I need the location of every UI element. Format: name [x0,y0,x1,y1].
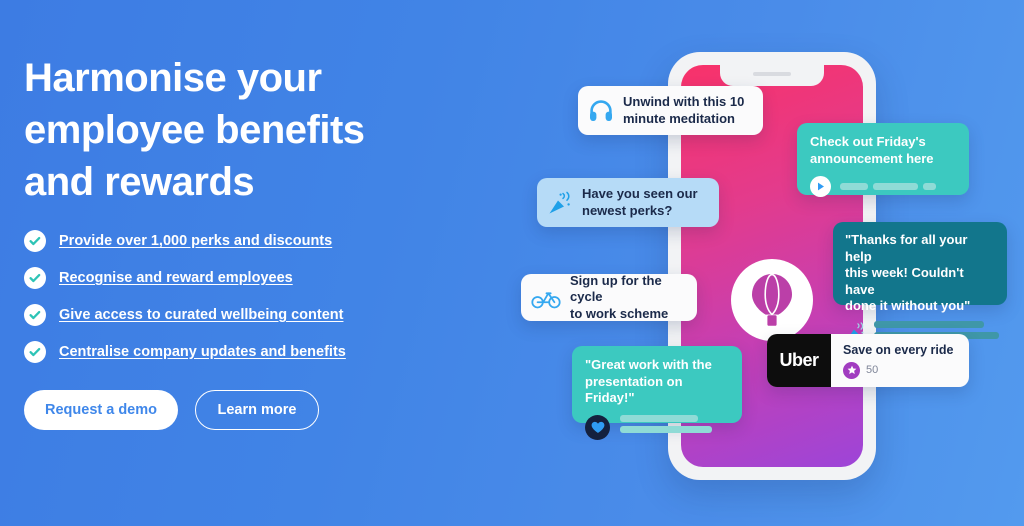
hero-left-column: Harmonise your employee benefits and rew… [24,52,454,430]
card-greatwork-line1: "Great work with the [585,357,712,372]
hero-banner: Harmonise your employee benefits and rew… [0,0,1024,526]
list-item[interactable]: Recognise and reward employees [24,267,454,289]
card-meditation[interactable]: Unwind with this 10 minute meditation [578,86,763,135]
party-popper-icon [547,190,573,216]
benefit-link[interactable]: Recognise and reward employees [59,270,293,286]
learn-more-button[interactable]: Learn more [195,390,319,430]
benefit-link[interactable]: Provide over 1,000 perks and discounts [59,233,332,249]
placeholder-bar [874,320,984,328]
placeholder-bar [620,414,698,422]
card-cycle-line2: to work scheme [570,305,669,321]
card-announcement-media-row [810,176,956,197]
card-uber[interactable]: Uber Save on every ride 50 [767,334,969,387]
card-thanks-line3: done it without you" [845,298,971,313]
card-cycle[interactable]: Sign up for the cycle to work scheme [521,273,697,323]
card-greatwork-text: "Great work with the presentation on Fri… [585,357,729,407]
phone-notch [720,65,824,86]
card-thanks-line1: "Thanks for all your help [845,232,968,264]
placeholder-bar [923,183,936,190]
uber-logo: Uber [767,334,831,387]
request-demo-button[interactable]: Request a demo [24,390,178,430]
benefit-link[interactable]: Centralise company updates and benefits [59,344,346,360]
page-title: Harmonise your employee benefits and rew… [24,56,365,204]
card-thanks[interactable]: "Thanks for all your help this week! Cou… [833,222,1007,340]
card-announcement-line2: announcement here [810,150,934,166]
cta-button-group: Request a demo Learn more [24,390,454,430]
card-meditation-line2: minute meditation [623,110,735,126]
check-circle-icon [24,230,46,252]
uber-offer-title: Save on every ride [843,342,954,357]
card-announcement-line1: Check out Friday's [810,134,926,149]
card-perks-text: Have you seen our newest perks? [582,186,698,219]
benefit-link[interactable]: Give access to curated wellbeing content [59,307,343,323]
card-thanks-text: "Thanks for all your help this week! Cou… [845,232,995,315]
headphones-icon [588,98,614,124]
card-announcement-text: Check out Friday's announcement here [810,134,956,167]
check-circle-icon [24,267,46,289]
list-item[interactable]: Provide over 1,000 perks and discounts [24,230,454,252]
placeholder-bar [620,425,712,433]
star-icon [843,361,860,379]
hot-air-balloon-icon [731,259,813,341]
card-perks[interactable]: Have you seen our newest perks? [537,178,719,227]
list-item[interactable]: Give access to curated wellbeing content [24,304,454,326]
uber-points-row: 50 [843,361,969,379]
card-greatwork[interactable]: "Great work with the presentation on Fri… [572,346,742,440]
list-item[interactable]: Centralise company updates and benefits [24,341,454,363]
placeholder-bar [840,183,868,190]
check-circle-icon [24,304,46,326]
card-announcement[interactable]: Check out Friday's announcement here [797,123,969,197]
card-meditation-text: Unwind with this 10 minute meditation [623,94,744,127]
card-perks-line1: Have you seen our [582,186,698,201]
card-cycle-text: Sign up for the cycle to work scheme [570,273,687,323]
card-greatwork-line2: presentation on Friday!" [585,373,683,406]
card-greatwork-media-row [585,414,729,440]
bicycle-icon [531,286,561,310]
placeholder-bar [873,183,918,190]
uber-points-count: 50 [866,364,879,376]
card-perks-line2: newest perks? [582,202,673,218]
card-thanks-line2: this week! Couldn't have [845,265,964,297]
phone-speaker-icon [753,72,791,76]
benefit-list: Provide over 1,000 perks and discounts R… [24,230,454,363]
placeholder-bar-group [620,414,712,433]
uber-card-body: Save on every ride 50 [831,334,969,387]
card-meditation-line1: Unwind with this 10 [623,94,745,109]
play-icon[interactable] [810,176,831,197]
card-cycle-line1: Sign up for the cycle [570,272,662,305]
check-circle-icon [24,341,46,363]
heart-icon [585,414,610,440]
